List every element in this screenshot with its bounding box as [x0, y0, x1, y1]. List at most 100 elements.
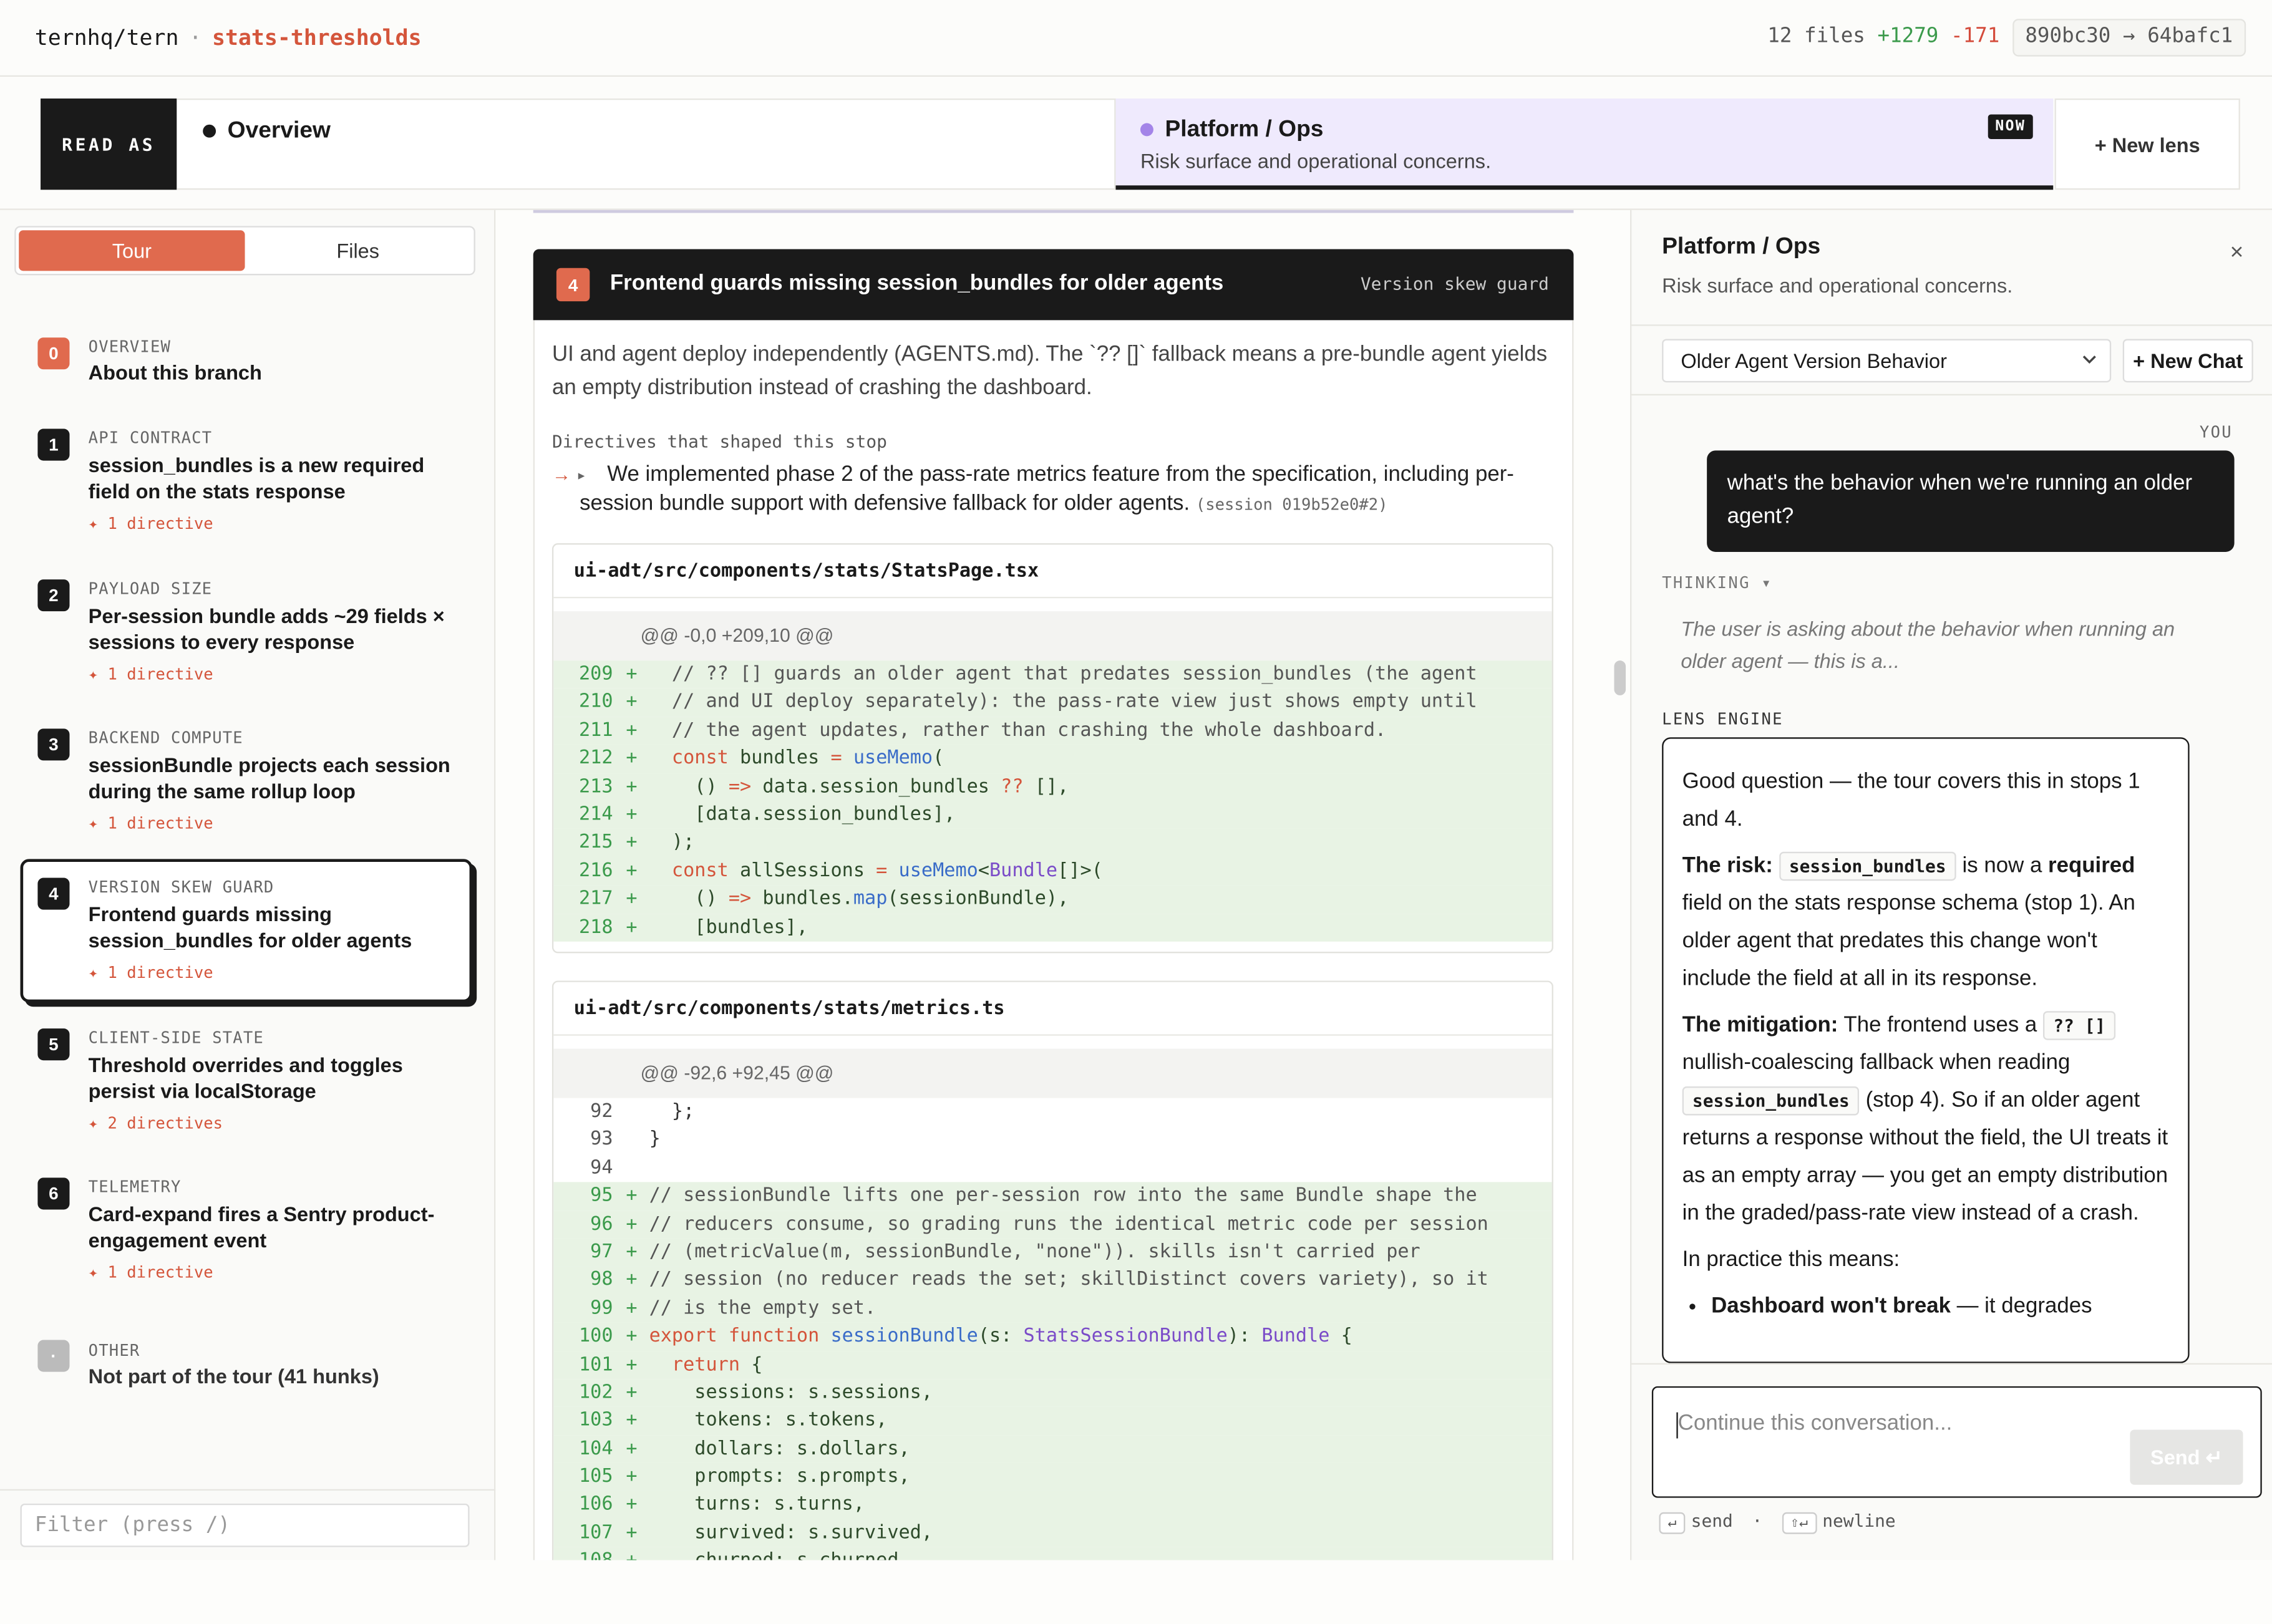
- diff-line: 215 + );: [553, 829, 1552, 858]
- diff-line: 107 + survived: s.survived,: [553, 1519, 1552, 1548]
- lens-overview[interactable]: Overview: [177, 98, 1116, 190]
- diff-line: 96 + // reducers consume, so grading runs …: [553, 1210, 1552, 1239]
- answer-practice: In practice this means:: [1682, 1247, 1900, 1272]
- stop-tag: BACKEND COMPUTE: [88, 728, 243, 748]
- assistant-message: Good question — the tour covers this in …: [1662, 737, 2190, 1363]
- diff-line: 92 };: [553, 1098, 1551, 1126]
- code-text: turns: s.turns,: [649, 1494, 865, 1516]
- tab-files[interactable]: Files: [245, 230, 471, 271]
- stop-number: 5: [37, 1028, 70, 1061]
- stop-number: 4: [37, 877, 70, 910]
- diff-line: 101 + return {: [553, 1350, 1552, 1379]
- filter-input[interactable]: Filter (press /): [20, 1503, 470, 1547]
- tour-stop-1[interactable]: 1 API CONTRACT session_bundles is a new …: [21, 410, 473, 554]
- diff-line: 94: [553, 1154, 1551, 1182]
- divider: [1630, 324, 2272, 326]
- code-text: );: [649, 832, 695, 854]
- stop-number: ·: [37, 1340, 70, 1372]
- line-number: 213: [578, 775, 613, 798]
- line-number: 94: [590, 1157, 613, 1179]
- diff-line: 102 + sessions: s.sessions,: [553, 1378, 1552, 1408]
- lens-title: Overview: [227, 118, 331, 143]
- now-badge: NOW: [1988, 114, 2033, 139]
- directive-session[interactable]: (session 019b52e0#2): [1196, 495, 1388, 514]
- tour-stop-other[interactable]: · OTHER Not part of the tour (41 hunks): [21, 1323, 473, 1409]
- stop-directive-count: ✦ 1 directive: [88, 963, 213, 982]
- tour-stop-4[interactable]: 4 VERSION SKEW GUARD Frontend guards mis…: [20, 859, 473, 1003]
- code-text: // the agent updates, rather than crashi…: [649, 719, 1387, 742]
- answer-mitigation: The mitigation: The frontend uses a ?? […: [1682, 1007, 2169, 1232]
- line-number: 104: [578, 1438, 613, 1460]
- code-text: sessions: s.sessions,: [649, 1381, 933, 1404]
- stop-number: 6: [37, 1177, 70, 1210]
- diff-line: 93}: [553, 1126, 1551, 1154]
- tab-tour[interactable]: Tour: [19, 230, 245, 271]
- new-lens-button[interactable]: + New lens: [2054, 98, 2240, 190]
- new-chat-button[interactable]: + New Chat: [2122, 339, 2253, 383]
- answer-intro: Good question — the tour covers this in …: [1682, 769, 2140, 832]
- bottom-margin: [0, 1560, 2272, 1624]
- branch-name[interactable]: stats-thresholds: [212, 24, 422, 51]
- line-number: 217: [578, 888, 613, 910]
- tour-stop-6[interactable]: 6 TELEMETRY Card-expand fires a Sentry p…: [21, 1159, 473, 1303]
- code-text: survived: s.survived,: [649, 1522, 933, 1544]
- thinking-toggle[interactable]: THINKING ▾: [1662, 574, 1772, 592]
- diff-marker: +: [626, 1466, 638, 1488]
- code-text: return {: [671, 1353, 763, 1376]
- diff-marker: +: [626, 1381, 638, 1404]
- stop-tag: OVERVIEW: [88, 337, 172, 357]
- diff-marker: +: [626, 916, 638, 938]
- stop-kind: Version skew guard: [1360, 273, 1549, 294]
- sidebar-divider: [0, 1489, 496, 1491]
- line-number: 211: [578, 719, 613, 742]
- stop-title: Card-expand fires a Sentry product-engag…: [88, 1202, 435, 1251]
- diff-line: 104 + dollars: s.dollars,: [553, 1435, 1552, 1464]
- code-text: () => bundles.map(sessionBundle),: [649, 888, 1069, 910]
- file-path[interactable]: ui-adt/src/components/stats/metrics.ts: [553, 982, 1552, 1036]
- stop-title: session_bundles is a new required field …: [88, 453, 425, 502]
- tour-stop-2[interactable]: 2 PAYLOAD SIZE Per-session bundle adds ~…: [21, 561, 473, 705]
- lens-dot-icon: [203, 125, 216, 138]
- diff-marker: +: [626, 803, 638, 826]
- deletions-count: -171: [1951, 24, 2000, 48]
- directive-item[interactable]: We implemented phase 2 of the pass-rate …: [580, 461, 1550, 520]
- diff-line: 211 + // the agent updates, rather than c…: [553, 717, 1552, 745]
- lens-subtitle: Risk surface and operational concerns.: [1140, 149, 1492, 173]
- stop-title: Frontend guards missing session_bundles …: [609, 271, 1224, 296]
- code-text: const bundles = useMemo(: [671, 747, 944, 770]
- repo-name[interactable]: ternhq/tern: [35, 24, 179, 51]
- line-number: 215: [578, 832, 613, 854]
- chat-select-value: Older Agent Version Behavior: [1681, 349, 1947, 372]
- diff-marker: +: [626, 1297, 638, 1320]
- tour-stop-3[interactable]: 3 BACKEND COMPUTE sessionBundle projects…: [21, 710, 473, 854]
- panel-resize-handle[interactable]: [1614, 660, 1626, 695]
- diff-marker: +: [626, 1241, 638, 1264]
- diff-marker: +: [626, 719, 638, 742]
- user-message: what's the behavior when we're running a…: [1707, 450, 2235, 552]
- line-number: 102: [578, 1381, 613, 1404]
- diff-marker: +: [626, 663, 638, 685]
- enter-key-icon: ↵: [1659, 1512, 1686, 1534]
- code-text: }: [649, 1129, 661, 1151]
- inline-code: session_bundles: [1682, 1086, 1860, 1116]
- tour-stop-0[interactable]: 0 OVERVIEW About this branch: [21, 319, 473, 405]
- tour-stop-5[interactable]: 5 CLIENT-SIDE STATE Threshold overrides …: [21, 1010, 473, 1154]
- close-icon[interactable]: ×: [2230, 241, 2244, 267]
- code-text: // reducers consume, so grading runs the…: [649, 1213, 1488, 1235]
- arrow-right-icon: →: [2123, 24, 2135, 48]
- file-path[interactable]: ui-adt/src/components/stats/StatsPage.ts…: [553, 544, 1552, 599]
- chat-select[interactable]: Older Agent Version Behavior: [1662, 339, 2112, 383]
- commit-range[interactable]: 890bc30 → 64bafc1: [2012, 19, 2246, 57]
- thinking-text: The user is asking about the behavior wh…: [1681, 617, 2175, 672]
- stop-directive-count: ✦ 1 directive: [88, 1263, 213, 1282]
- send-button[interactable]: Send ↵: [2130, 1429, 2243, 1485]
- stop-title: Not part of the tour (41 hunks): [88, 1364, 379, 1388]
- lens-dot-icon: [1140, 123, 1153, 137]
- stop-tag: CLIENT-SIDE STATE: [88, 1028, 264, 1048]
- line-number: 101: [578, 1353, 613, 1376]
- additions-count: +1279: [1877, 24, 1939, 48]
- stop-tag: TELEMETRY: [88, 1177, 182, 1197]
- divider: [1630, 1363, 2272, 1365]
- stop-number-badge: 4: [556, 268, 590, 302]
- lens-platform-ops[interactable]: Platform / Ops Risk surface and operatio…: [1115, 98, 2054, 190]
